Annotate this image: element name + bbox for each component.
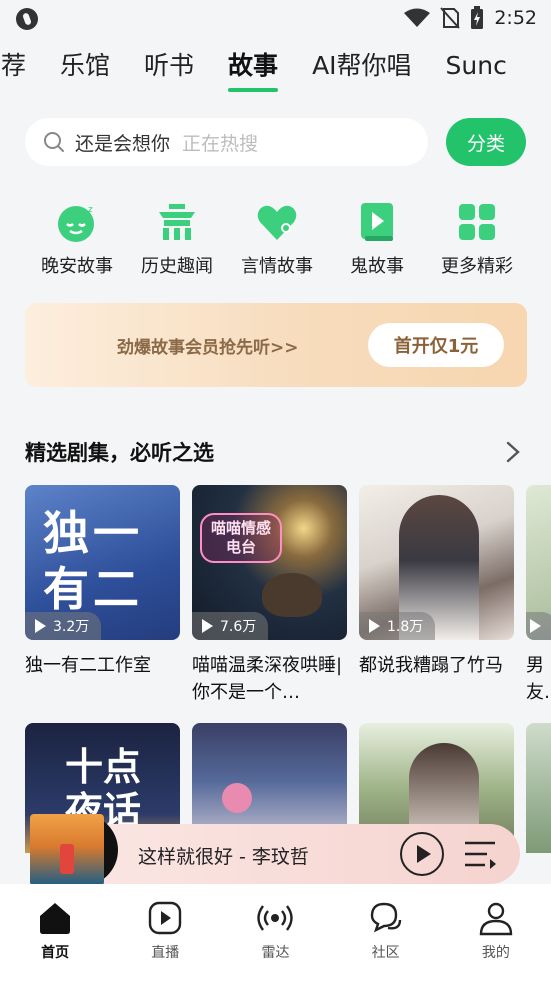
banner-text: 劲爆故事会员抢先听>> <box>117 338 299 358</box>
cover-image: 1.8万 <box>359 485 514 640</box>
series-card[interactable]: 喵喵情感电台 7.6万 喵喵温柔深夜哄睡|你不是一个… <box>192 485 347 706</box>
play-count-badge <box>526 612 551 640</box>
quick-link-label: 晚安故事 <box>41 256 113 277</box>
album-art-figure <box>60 844 74 874</box>
section-title: 精选剧集，必听之选 <box>25 441 214 465</box>
nav-label: 社区 <box>371 945 400 961</box>
search-query: 还是会想你 <box>75 132 171 155</box>
play-count: 7.6万 <box>220 619 257 635</box>
battery-charging-icon <box>471 6 484 29</box>
nav-label: 首页 <box>41 945 70 961</box>
temple-icon <box>159 204 195 240</box>
quick-link-label: 鬼故事 <box>350 256 404 277</box>
quick-link-bedtime[interactable]: z 晚安故事 <box>27 200 127 278</box>
wifi-icon <box>404 8 431 27</box>
flower-decor <box>222 783 252 813</box>
series-title: 独一有二工作室 <box>25 655 151 676</box>
series-cover[interactable] <box>526 723 551 853</box>
cover-image: 独一有二 3.2万 <box>25 485 180 640</box>
album-art <box>30 814 104 886</box>
play-book-icon <box>361 203 393 241</box>
radar-icon <box>257 905 294 931</box>
quick-link-romance[interactable]: 言情故事 <box>227 200 327 278</box>
quick-link-label: 言情故事 <box>241 256 313 277</box>
search-icon <box>44 132 64 152</box>
nav-home[interactable]: 首页 <box>15 900 95 981</box>
nav-radar[interactable]: 雷达 <box>235 900 315 981</box>
tab-ai-sing[interactable]: AI帮你唱 <box>312 44 411 92</box>
quick-link-ghost[interactable]: 鬼故事 <box>327 200 427 278</box>
nav-label: 直播 <box>151 945 180 961</box>
play-icon <box>369 619 380 633</box>
nav-label: 我的 <box>481 945 510 961</box>
play-count-badge: 3.2万 <box>25 612 102 640</box>
search-bar[interactable]: 还是会想你 正在热搜 <box>25 118 428 166</box>
quick-links: z 晚安故事 历史趣闻 言情故事 鬼故事 更多精彩 <box>27 200 527 278</box>
status-right: 2:52 <box>404 6 537 30</box>
tab-stories[interactable]: 故事 <box>228 44 279 92</box>
play-count: 1.8万 <box>387 619 424 635</box>
app-screen: 2:52 推荐 乐馆 听书 故事 AI帮你唱 Sunc 还是会想你 正在热搜 分… <box>0 0 551 981</box>
community-chat-icon <box>370 902 401 933</box>
play-count-badge: 7.6万 <box>192 612 269 640</box>
quick-link-label: 更多精彩 <box>441 256 513 277</box>
cover-title: 独一有二 <box>43 506 143 616</box>
grid-icon <box>459 204 495 240</box>
cover-image <box>526 485 551 640</box>
quick-link-history[interactable]: 历史趣闻 <box>127 200 227 278</box>
series-card[interactable]: 1.8万 都说我糟蹋了竹马 <box>359 485 514 679</box>
tab-sunc[interactable]: Sunc <box>446 44 507 92</box>
series-card[interactable]: 男友转头 <box>526 485 551 706</box>
chevron-right-icon[interactable] <box>502 440 524 464</box>
play-count: 3.2万 <box>53 619 90 635</box>
bottom-nav: 首页 直播 雷达 社区 我的 <box>0 884 551 981</box>
no-sim-icon <box>440 7 461 29</box>
mini-player[interactable]: 这样就很好 - 李玟哲 <box>30 814 520 886</box>
play-icon <box>202 619 213 633</box>
tab-audiobooks[interactable]: 听书 <box>144 44 194 92</box>
app-notification-icon <box>16 8 38 30</box>
banner-button[interactable]: 首开仅1元 <box>368 323 504 367</box>
play-button[interactable] <box>400 832 444 876</box>
category-button[interactable]: 分类 <box>446 118 526 166</box>
nav-profile[interactable]: 我的 <box>456 900 536 981</box>
series-title: 都说我糟蹋了竹马 <box>359 655 503 676</box>
tab-recommend[interactable]: 推荐 <box>0 44 26 92</box>
profile-icon <box>479 902 513 936</box>
nav-label: 雷达 <box>261 945 290 961</box>
search-hint: 正在热搜 <box>182 132 259 155</box>
sleep-face-icon: z <box>58 205 94 242</box>
heart-icon <box>257 205 297 240</box>
cover-title: 喵喵情感电台 <box>200 513 282 563</box>
quick-link-more[interactable]: 更多精彩 <box>427 200 527 278</box>
svg-text:z: z <box>88 205 93 215</box>
clock: 2:52 <box>494 7 537 29</box>
featured-series: 独一有二 3.2万 独一有二工作室 喵喵情感电台 7.6万 喵喵温柔深夜哄睡|你… <box>25 485 551 715</box>
live-play-icon <box>149 901 182 935</box>
tab-music-hall[interactable]: 乐馆 <box>60 44 110 92</box>
nav-live[interactable]: 直播 <box>125 900 205 981</box>
quick-link-label: 历史趣闻 <box>141 256 213 277</box>
nav-community[interactable]: 社区 <box>346 900 426 981</box>
series-card[interactable]: 独一有二 3.2万 独一有二工作室 <box>25 485 180 679</box>
top-tabs: 推荐 乐馆 听书 故事 AI帮你唱 Sunc <box>0 44 507 92</box>
cat-silhouette <box>262 573 322 617</box>
play-icon <box>530 619 541 633</box>
cover-image: 喵喵情感电台 7.6万 <box>192 485 347 640</box>
now-playing-title: 这样就很好 - 李玟哲 <box>138 846 309 868</box>
play-count-badge: 1.8万 <box>359 612 436 640</box>
play-icon <box>35 619 46 633</box>
series-title: 喵喵温柔深夜哄睡|你不是一个… <box>192 655 343 703</box>
home-icon <box>40 903 71 934</box>
vip-banner[interactable]: 劲爆故事会员抢先听>> 首开仅1元 <box>25 303 527 387</box>
now-playing-artwork[interactable] <box>30 814 118 886</box>
series-title: 男友转头 <box>526 655 544 703</box>
playlist-icon[interactable] <box>463 839 497 869</box>
status-bar: 2:52 <box>0 0 551 38</box>
